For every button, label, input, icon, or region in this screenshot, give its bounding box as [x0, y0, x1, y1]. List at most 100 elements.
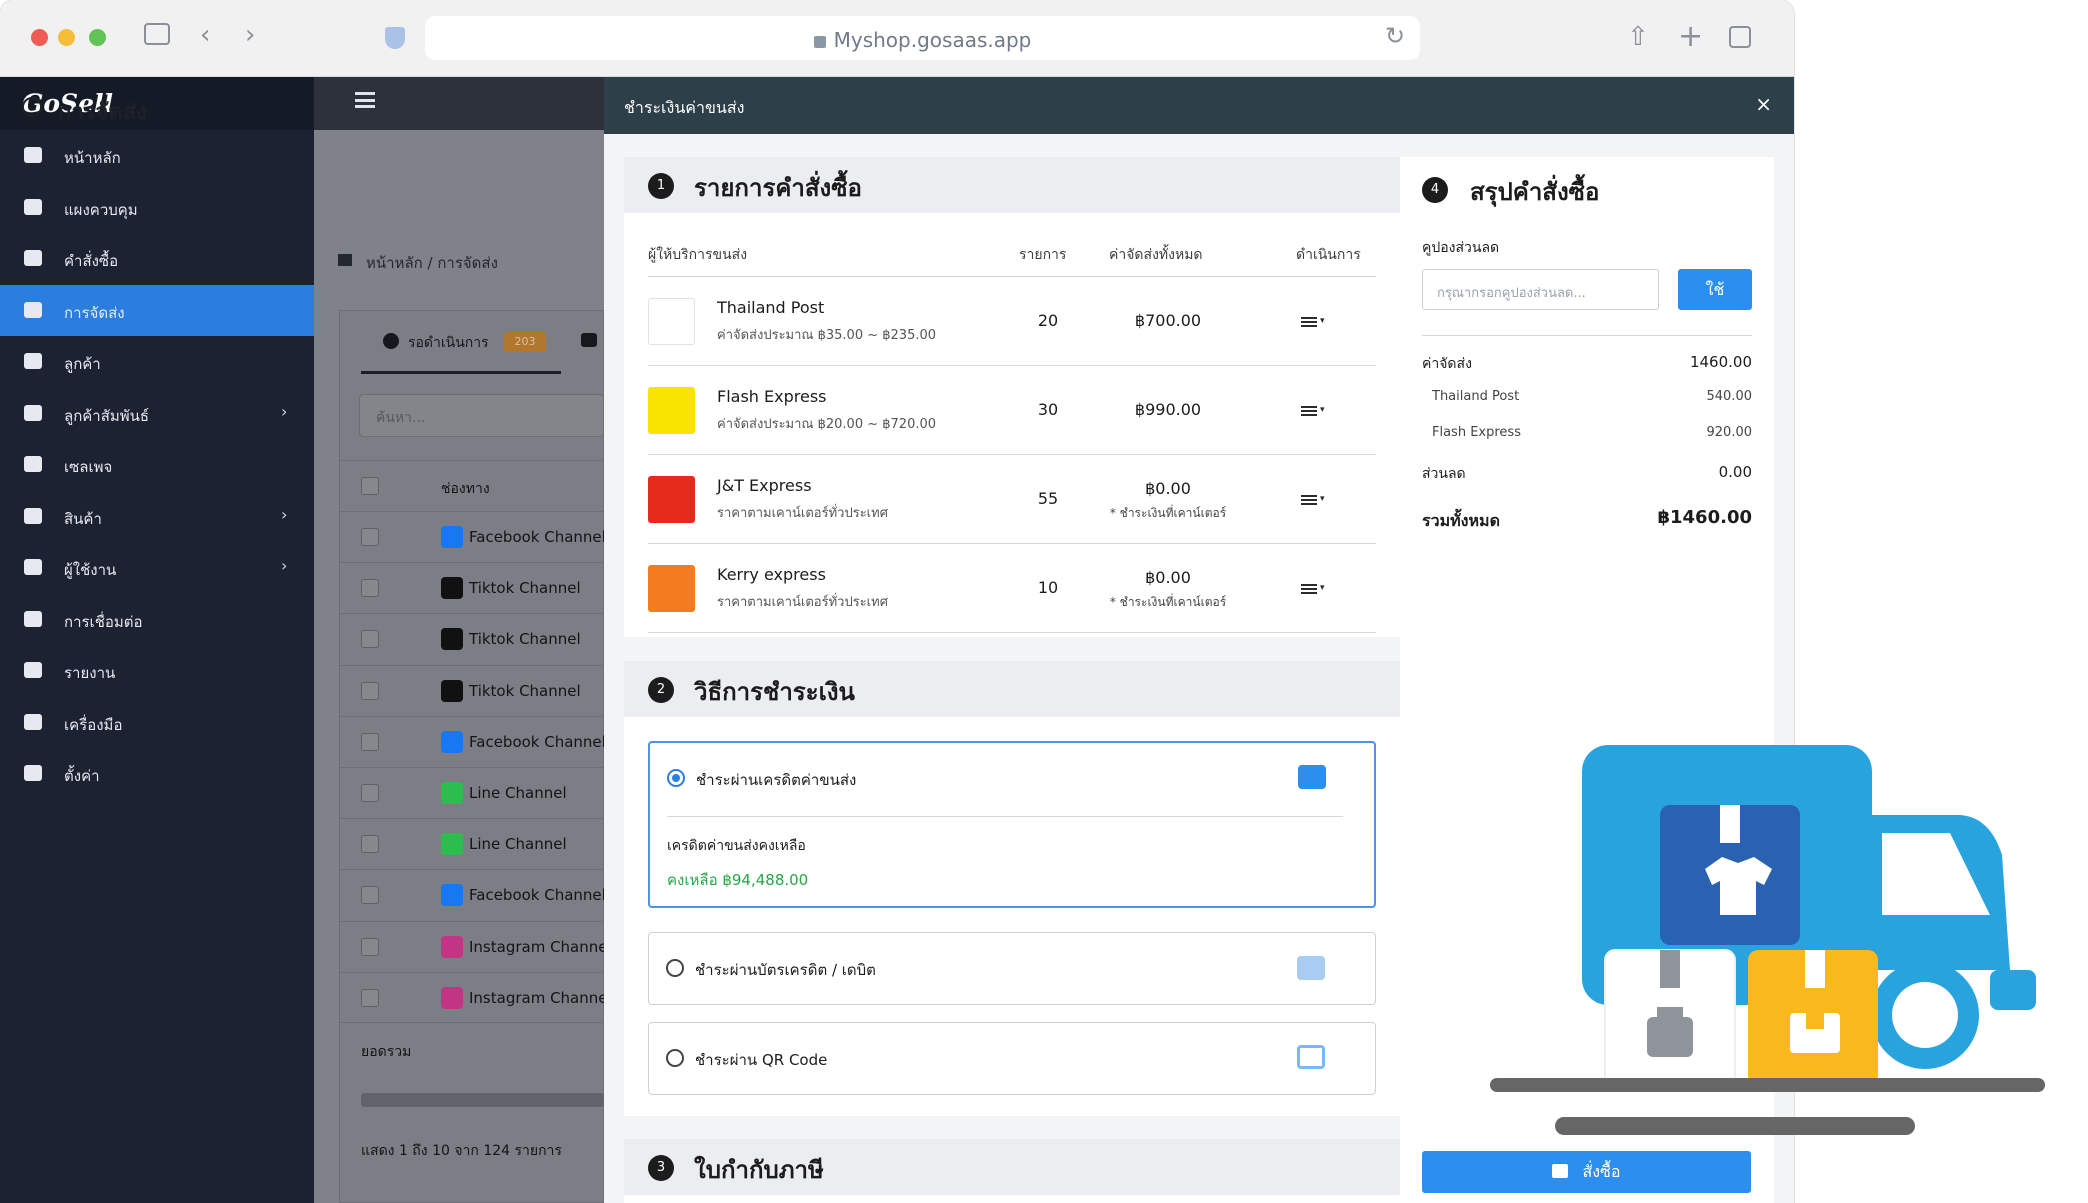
dashboard-icon: [24, 198, 42, 215]
sidebar: GoSell หน้าหลัก แผงควบคุม คำสั่งซื้อ การจัด…: [0, 77, 314, 1203]
share-icon[interactable]: ⇧: [1627, 24, 1649, 50]
sidebar-item[interactable]: คำสั่งซื้อ: [0, 233, 314, 284]
sidebar-toggle-icon[interactable]: [144, 23, 170, 45]
sidebar-item[interactable]: ลูกค้า: [0, 336, 314, 387]
row-checkbox[interactable]: [361, 784, 379, 802]
carrier-fee: ฿0.00: [1145, 479, 1191, 498]
section-title: วิธีการชำระเงิน: [694, 678, 855, 706]
table-row[interactable]: Line Channel: [339, 818, 604, 869]
back-arrow-icon[interactable]: [22, 97, 42, 117]
select-all-checkbox[interactable]: [361, 477, 379, 495]
browser-toolbar: ‹ › Myshop.gosaas.app ↻ ⇧ +: [0, 0, 1794, 77]
radio-card[interactable]: [666, 959, 684, 977]
table-row[interactable]: Line Channel: [339, 767, 604, 818]
table-row[interactable]: Facebook Channel: [339, 715, 606, 767]
table-row[interactable]: Instagram Channel: [339, 920, 612, 972]
caret-down-icon[interactable]: ▾: [1320, 405, 1325, 415]
menu-toggle-icon[interactable]: [355, 92, 375, 108]
carrier-row: J&T Express ราคาตามเคาน์เตอร์ทั่วประเทศ 55…: [648, 455, 1376, 544]
pending-count-badge: 203: [504, 332, 546, 352]
row-checkbox[interactable]: [361, 579, 379, 598]
section-title: ใบกำกับภาษี: [694, 1156, 824, 1184]
carrier-note: * ชำระเงินที่เคาน์เตอร์: [1109, 506, 1227, 520]
tabs-overview-icon[interactable]: [1729, 26, 1751, 48]
row-checkbox[interactable]: [361, 630, 379, 649]
caret-down-icon[interactable]: ▾: [1320, 316, 1325, 326]
cart-icon: [1552, 1164, 1569, 1178]
sidebar-item[interactable]: ตั้งค่า: [0, 748, 314, 799]
shield-icon[interactable]: [385, 27, 405, 49]
row-checkbox[interactable]: [361, 681, 379, 700]
new-tab-icon[interactable]: +: [1678, 22, 1703, 52]
caret-down-icon[interactable]: ▾: [1320, 494, 1325, 504]
table-row[interactable]: Tiktok Channel: [339, 562, 604, 613]
row-checkbox[interactable]: [361, 528, 379, 546]
minimize-window-button[interactable]: [58, 29, 75, 46]
caret-down-icon[interactable]: ▾: [1320, 583, 1325, 593]
radio-qr[interactable]: [666, 1049, 684, 1067]
address-bar[interactable]: Myshop.gosaas.app ↻: [425, 16, 1420, 60]
payment-option-qr[interactable]: ชำระผ่าน QR Code: [648, 1022, 1376, 1095]
action-menu-icon[interactable]: [1301, 584, 1317, 594]
action-menu-icon[interactable]: [1301, 495, 1317, 505]
sidebar-item[interactable]: ลูกค้าสัมพันธ์ ›: [0, 388, 314, 439]
sidebar-item-label: แผงควบคุม: [64, 200, 138, 219]
sidebar-item[interactable]: เซลเพจ: [0, 439, 314, 490]
place-order-button[interactable]: สั่งซื้อ: [1422, 1151, 1751, 1193]
chart-icon: [24, 662, 42, 678]
table-row[interactable]: Facebook Channel: [339, 511, 606, 562]
sidebar-item[interactable]: การเชื่อมต่อ: [0, 594, 314, 645]
radio-credit[interactable]: [667, 769, 685, 787]
table-row[interactable]: Tiktok Channel: [339, 664, 604, 716]
close-icon[interactable]: ×: [1755, 92, 1772, 116]
url-text: Myshop.gosaas.app: [833, 28, 1032, 52]
section-header: 4 สรุปคำสั่งซื้อ: [1400, 157, 1774, 213]
table-row[interactable]: Facebook Channel: [339, 869, 606, 920]
instagram-icon: [441, 986, 463, 1009]
sidebar-item[interactable]: สินค้า ›: [0, 491, 314, 542]
channel-label: Facebook Channel: [469, 886, 606, 905]
table-row[interactable]: Instagram Channel: [339, 971, 612, 1023]
sidebar-item[interactable]: ผู้ใช้งาน ›: [0, 542, 314, 593]
carrier-row: Flash Express ค่าจัดส่งประมาณ ฿20.00 ~ ฿7…: [648, 366, 1376, 455]
total-label: ยอดรวม: [361, 1044, 412, 1060]
payment-option-label: ชำระผ่าน QR Code: [695, 1051, 828, 1069]
apply-coupon-button[interactable]: ใช้: [1678, 269, 1752, 310]
sidebar-item[interactable]: การจัดส่ง: [0, 284, 314, 336]
sidebar-item[interactable]: หน้าหลัก: [0, 130, 314, 181]
carrier-fee: ฿700.00: [1134, 311, 1202, 330]
sidebar-item[interactable]: เครื่องมือ: [0, 697, 314, 748]
horizontal-scrollbar[interactable]: [361, 1093, 604, 1107]
row-checkbox[interactable]: [361, 937, 379, 956]
sidebar-item[interactable]: แผงควบคุม: [0, 182, 314, 233]
row-checkbox[interactable]: [361, 732, 379, 751]
step-badge: 4: [1422, 177, 1448, 203]
forward-icon[interactable]: ›: [245, 22, 255, 48]
zoom-window-button[interactable]: [89, 29, 106, 46]
shirt-box-icon: [1660, 805, 1800, 945]
payment-option-card[interactable]: ชำระผ่านบัตรเครดิต / เดบิต: [648, 932, 1376, 1005]
tab-icon-2[interactable]: [581, 333, 597, 347]
tab-pending[interactable]: รอดำเนินการ: [408, 332, 489, 354]
row-checkbox[interactable]: [361, 835, 379, 854]
user-tie-icon: [24, 404, 42, 421]
back-icon[interactable]: ‹: [200, 22, 210, 48]
row-checkbox[interactable]: [361, 988, 379, 1007]
coupon-input[interactable]: กรุณากรอกคูปองส่วนลด...: [1422, 269, 1659, 310]
search-input[interactable]: ค้นหา...: [359, 394, 604, 437]
line-label: Thailand Post: [1432, 389, 1520, 404]
payment-option-credit[interactable]: ชำระผ่านเครดิตค่าขนส่ง เครดิตค่าขนส่งคงเ…: [648, 741, 1376, 908]
pagination-info: แสดง 1 ถึง 10 จาก 124 รายการ: [361, 1143, 562, 1159]
road-line: [1555, 1117, 1915, 1135]
sidebar-item[interactable]: รายงาน: [0, 645, 314, 696]
reload-icon[interactable]: ↻: [1385, 24, 1405, 48]
carrier-note: * ชำระเงินที่เคาน์เตอร์: [1109, 595, 1227, 609]
row-checkbox[interactable]: [361, 886, 379, 905]
table-row[interactable]: Tiktok Channel: [339, 613, 604, 664]
action-menu-icon[interactable]: [1301, 406, 1317, 416]
credit-card-icon: [1297, 956, 1325, 980]
action-menu-icon[interactable]: [1301, 317, 1317, 327]
printer-box-icon: [1604, 949, 1736, 1086]
breadcrumb[interactable]: หน้าหลัก / การจัดส่ง: [366, 251, 498, 275]
close-window-button[interactable]: [31, 29, 48, 46]
